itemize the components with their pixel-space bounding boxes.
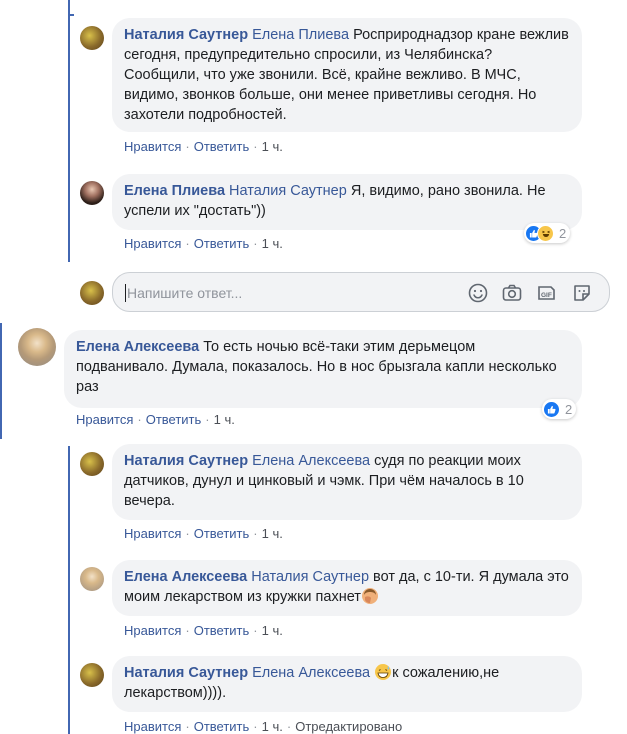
thread-tick	[68, 14, 74, 16]
like-link[interactable]: Нравится	[124, 526, 181, 541]
comment-mention[interactable]: Елена Алексеева	[252, 453, 370, 469]
avatar[interactable]	[18, 328, 56, 366]
reply-link[interactable]: Ответить	[194, 139, 250, 154]
timestamp[interactable]: 1 ч.	[262, 526, 283, 541]
comment-author[interactable]: Наталия Саутнер	[124, 453, 248, 469]
comment-mention[interactable]: Наталия Саутнер	[229, 183, 347, 199]
comment-author[interactable]: Наталия Саутнер	[124, 665, 248, 681]
comment-bubble: Елена Алексеева Наталия Саутнер вот да, …	[112, 560, 582, 616]
avatar[interactable]	[80, 181, 104, 205]
avatar[interactable]	[80, 452, 104, 476]
haha-reaction-icon	[537, 224, 554, 242]
comment-actions: Нравится · Ответить · 1 ч. · Отредактировано	[124, 719, 403, 734]
like-link[interactable]: Нравится	[124, 139, 181, 154]
composer-avatar	[80, 281, 104, 305]
like-reaction-icon	[543, 400, 560, 418]
text-cursor	[125, 284, 126, 302]
comment-bubble: Елена Плиева Наталия Саутнер Я, видимо, …	[112, 174, 582, 230]
facepalm-emoji-icon	[361, 588, 378, 604]
reaction-count: 2	[559, 225, 567, 241]
like-link[interactable]: Нравится	[124, 623, 181, 638]
reaction-count: 2	[565, 401, 573, 417]
timestamp[interactable]: 1 ч.	[262, 623, 283, 638]
edited-label[interactable]: Отредактировано	[295, 719, 402, 734]
comment-bubble: Наталия Саутнер Елена Алексеева к сожале…	[112, 656, 582, 712]
comment-author[interactable]: Наталия Саутнер	[124, 27, 248, 43]
comment-bubble: Наталия Саутнер Елена Плиева Росприродна…	[112, 18, 582, 132]
comment-actions: Нравится · Ответить · 1 ч.	[124, 139, 283, 154]
comment-author[interactable]: Елена Плиева	[124, 183, 225, 199]
reaction-summary[interactable]: 2	[542, 399, 577, 419]
like-link[interactable]: Нравится	[76, 412, 133, 427]
comment-actions: Нравится · Ответить · 1 ч.	[124, 236, 283, 251]
comment-bubble: Елена Алексеева То есть ночью всё-таки э…	[64, 330, 582, 408]
timestamp[interactable]: 1 ч.	[262, 719, 283, 734]
avatar[interactable]	[80, 663, 104, 687]
comment-actions: Нравится · Ответить · 1 ч.	[124, 623, 283, 638]
svg-text:GIF: GIF	[541, 292, 552, 299]
like-link[interactable]: Нравится	[124, 719, 181, 734]
comment-mention[interactable]: Елена Плиева	[252, 27, 349, 43]
reply-link[interactable]: Ответить	[194, 526, 250, 541]
comment-author[interactable]: Елена Алексеева	[76, 339, 199, 355]
timestamp[interactable]: 1 ч.	[262, 139, 283, 154]
like-link[interactable]: Нравится	[124, 236, 181, 251]
reply-link[interactable]: Ответить	[194, 236, 250, 251]
reply-composer: GIF	[112, 272, 610, 313]
comment-mention[interactable]: Наталия Саутнер	[251, 569, 369, 585]
gif-icon[interactable]: GIF	[535, 282, 557, 304]
sticker-icon[interactable]	[571, 282, 593, 304]
comment-bubble: Наталия Саутнер Елена Алексеева судя по …	[112, 444, 582, 520]
timestamp[interactable]: 1 ч.	[262, 236, 283, 251]
timestamp[interactable]: 1 ч.	[214, 412, 235, 427]
avatar[interactable]	[80, 567, 104, 591]
comment-mention[interactable]: Елена Алексеева	[252, 665, 370, 681]
camera-icon[interactable]	[501, 282, 523, 304]
comment-actions: Нравится · Ответить · 1 ч.	[124, 526, 283, 541]
grin-sweat-emoji-icon	[375, 664, 392, 680]
thread-line-bottom	[68, 446, 70, 734]
comment-author[interactable]: Елена Алексеева	[124, 569, 247, 585]
reply-link[interactable]: Ответить	[146, 412, 202, 427]
comment-actions: Нравится · Ответить · 1 ч.	[76, 412, 235, 427]
avatar[interactable]	[80, 26, 104, 50]
reaction-summary[interactable]: 2	[524, 223, 571, 243]
emoji-icon[interactable]	[467, 282, 489, 304]
reply-link[interactable]: Ответить	[194, 719, 250, 734]
thread-line-top	[68, 0, 70, 262]
reply-input[interactable]	[125, 273, 449, 313]
thread-line-selected	[0, 323, 2, 439]
reply-link[interactable]: Ответить	[194, 623, 250, 638]
